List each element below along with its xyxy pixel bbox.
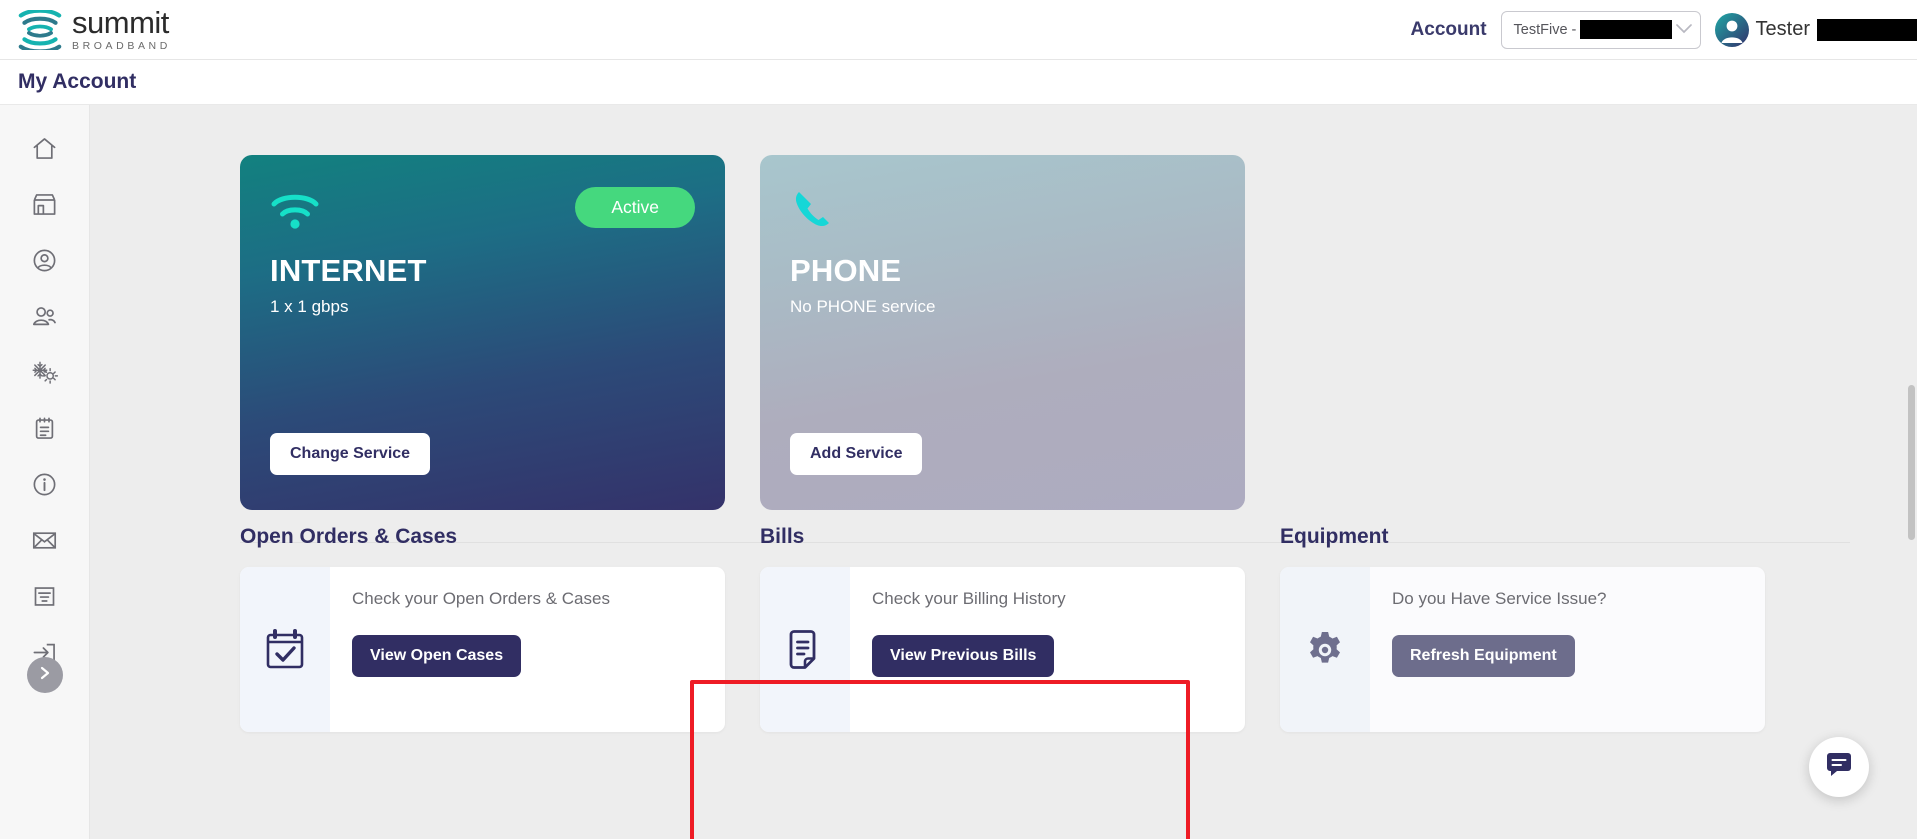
- panel-title-equipment: Equipment: [1280, 525, 1389, 548]
- page-title: My Account: [18, 70, 137, 93]
- panel-title-bills: Bills: [760, 525, 805, 548]
- sidebar-item-contacts[interactable]: [17, 291, 73, 347]
- refresh-equipment-button[interactable]: Refresh Equipment: [1392, 635, 1575, 677]
- user-name-redaction: [1817, 18, 1917, 41]
- sidebar-item-account[interactable]: [17, 235, 73, 291]
- store-icon: [31, 191, 58, 223]
- account-select[interactable]: TestFive -: [1500, 10, 1701, 49]
- service-card-phone[interactable]: PHONE No PHONE service Add Service: [760, 155, 1245, 510]
- account-select-redaction: [1580, 20, 1672, 39]
- service-cards: Active INTERNET 1 x 1 gbps Change Servic…: [240, 155, 1245, 510]
- envelope-icon: [31, 527, 58, 559]
- chat-button[interactable]: [1809, 737, 1869, 797]
- summit-waves-logo-icon: [18, 8, 62, 54]
- panel-title-orders: Open Orders & Cases: [240, 525, 458, 548]
- card-text-bills: Check your Billing History: [872, 589, 1066, 608]
- sidebar-item-info[interactable]: [17, 459, 73, 515]
- chat-bubble-icon: [1824, 750, 1854, 785]
- sidebar-item-orders[interactable]: [17, 403, 73, 459]
- panel-orders: Open Orders & Cases Check your Open Orde…: [240, 525, 725, 732]
- sidebar: [0, 105, 90, 839]
- card-text-orders: Check your Open Orders & Cases: [352, 589, 610, 608]
- card-body: Check your Open Orders & Cases View Open…: [330, 567, 725, 732]
- service-name: INTERNET: [270, 253, 427, 288]
- chevron-down-icon[interactable]: [1675, 22, 1692, 37]
- account-circle-icon: [31, 247, 58, 279]
- avatar: [1714, 12, 1749, 47]
- snowflake-sun-icon: [31, 359, 59, 391]
- info-circle-icon: [31, 471, 58, 503]
- sidebar-item-climate[interactable]: [17, 347, 73, 403]
- page-title-bar: My Account: [0, 60, 1917, 105]
- calendar-check-icon: [240, 567, 330, 732]
- top-bar: summit BROADBAND Account TestFive - Test…: [0, 0, 1917, 60]
- service-name: PHONE: [790, 253, 902, 288]
- chevron-right-icon: [38, 665, 52, 686]
- card-open-orders[interactable]: Check your Open Orders & Cases View Open…: [240, 567, 725, 732]
- info-panels: Open Orders & Cases Check your Open Orde…: [240, 525, 1765, 732]
- home-icon: [31, 135, 58, 167]
- card-body: Check your Billing History View Previous…: [850, 567, 1245, 732]
- brand-tagline: BROADBAND: [72, 40, 171, 53]
- add-service-button[interactable]: Add Service: [790, 433, 923, 475]
- change-service-button[interactable]: Change Service: [270, 433, 431, 475]
- card-body: Do you Have Service Issue? Refresh Equip…: [1370, 567, 1765, 732]
- scrollbar-thumb[interactable]: [1908, 385, 1915, 540]
- user-name: Tester: [1755, 18, 1810, 40]
- brand-name: summit: [72, 5, 169, 41]
- page-scrollbar[interactable]: [1906, 105, 1917, 839]
- panel-bills: Bills Check your Billing History View Pr…: [760, 525, 1245, 732]
- sidebar-item-bills[interactable]: [17, 571, 73, 627]
- notepad-icon: [31, 415, 58, 447]
- gear-icon: [1280, 567, 1370, 732]
- sidebar-item-home[interactable]: [17, 123, 73, 179]
- main-content: Active INTERNET 1 x 1 gbps Change Servic…: [90, 105, 1917, 839]
- phone-handset-icon: [790, 187, 1215, 239]
- account-select-value: TestFive -: [1513, 21, 1577, 38]
- sidebar-expand-button[interactable]: [27, 657, 63, 693]
- user-menu[interactable]: Tester: [1714, 12, 1917, 47]
- users-icon: [31, 303, 58, 335]
- brand-logo[interactable]: summit BROADBAND: [18, 5, 171, 54]
- sidebar-item-shop[interactable]: [17, 179, 73, 235]
- document-bill-icon: [760, 567, 850, 732]
- account-label: Account: [1410, 18, 1487, 40]
- sidebar-item-messages[interactable]: [17, 515, 73, 571]
- card-text-equipment: Do you Have Service Issue?: [1392, 589, 1607, 608]
- panel-equipment: Equipment Do you Have Service Issue? Ref…: [1280, 525, 1765, 732]
- document-lines-icon: [31, 583, 58, 615]
- status-badge: Active: [575, 187, 695, 228]
- header-right: Account TestFive - Tester: [1410, 10, 1917, 49]
- service-detail: No PHONE service: [790, 297, 936, 316]
- card-bills[interactable]: Check your Billing History View Previous…: [760, 567, 1245, 732]
- view-previous-bills-button[interactable]: View Previous Bills: [872, 635, 1055, 677]
- service-detail: 1 x 1 gbps: [270, 297, 349, 316]
- view-open-cases-button[interactable]: View Open Cases: [352, 635, 522, 677]
- card-equipment[interactable]: Do you Have Service Issue? Refresh Equip…: [1280, 567, 1765, 732]
- service-card-internet[interactable]: Active INTERNET 1 x 1 gbps Change Servic…: [240, 155, 725, 510]
